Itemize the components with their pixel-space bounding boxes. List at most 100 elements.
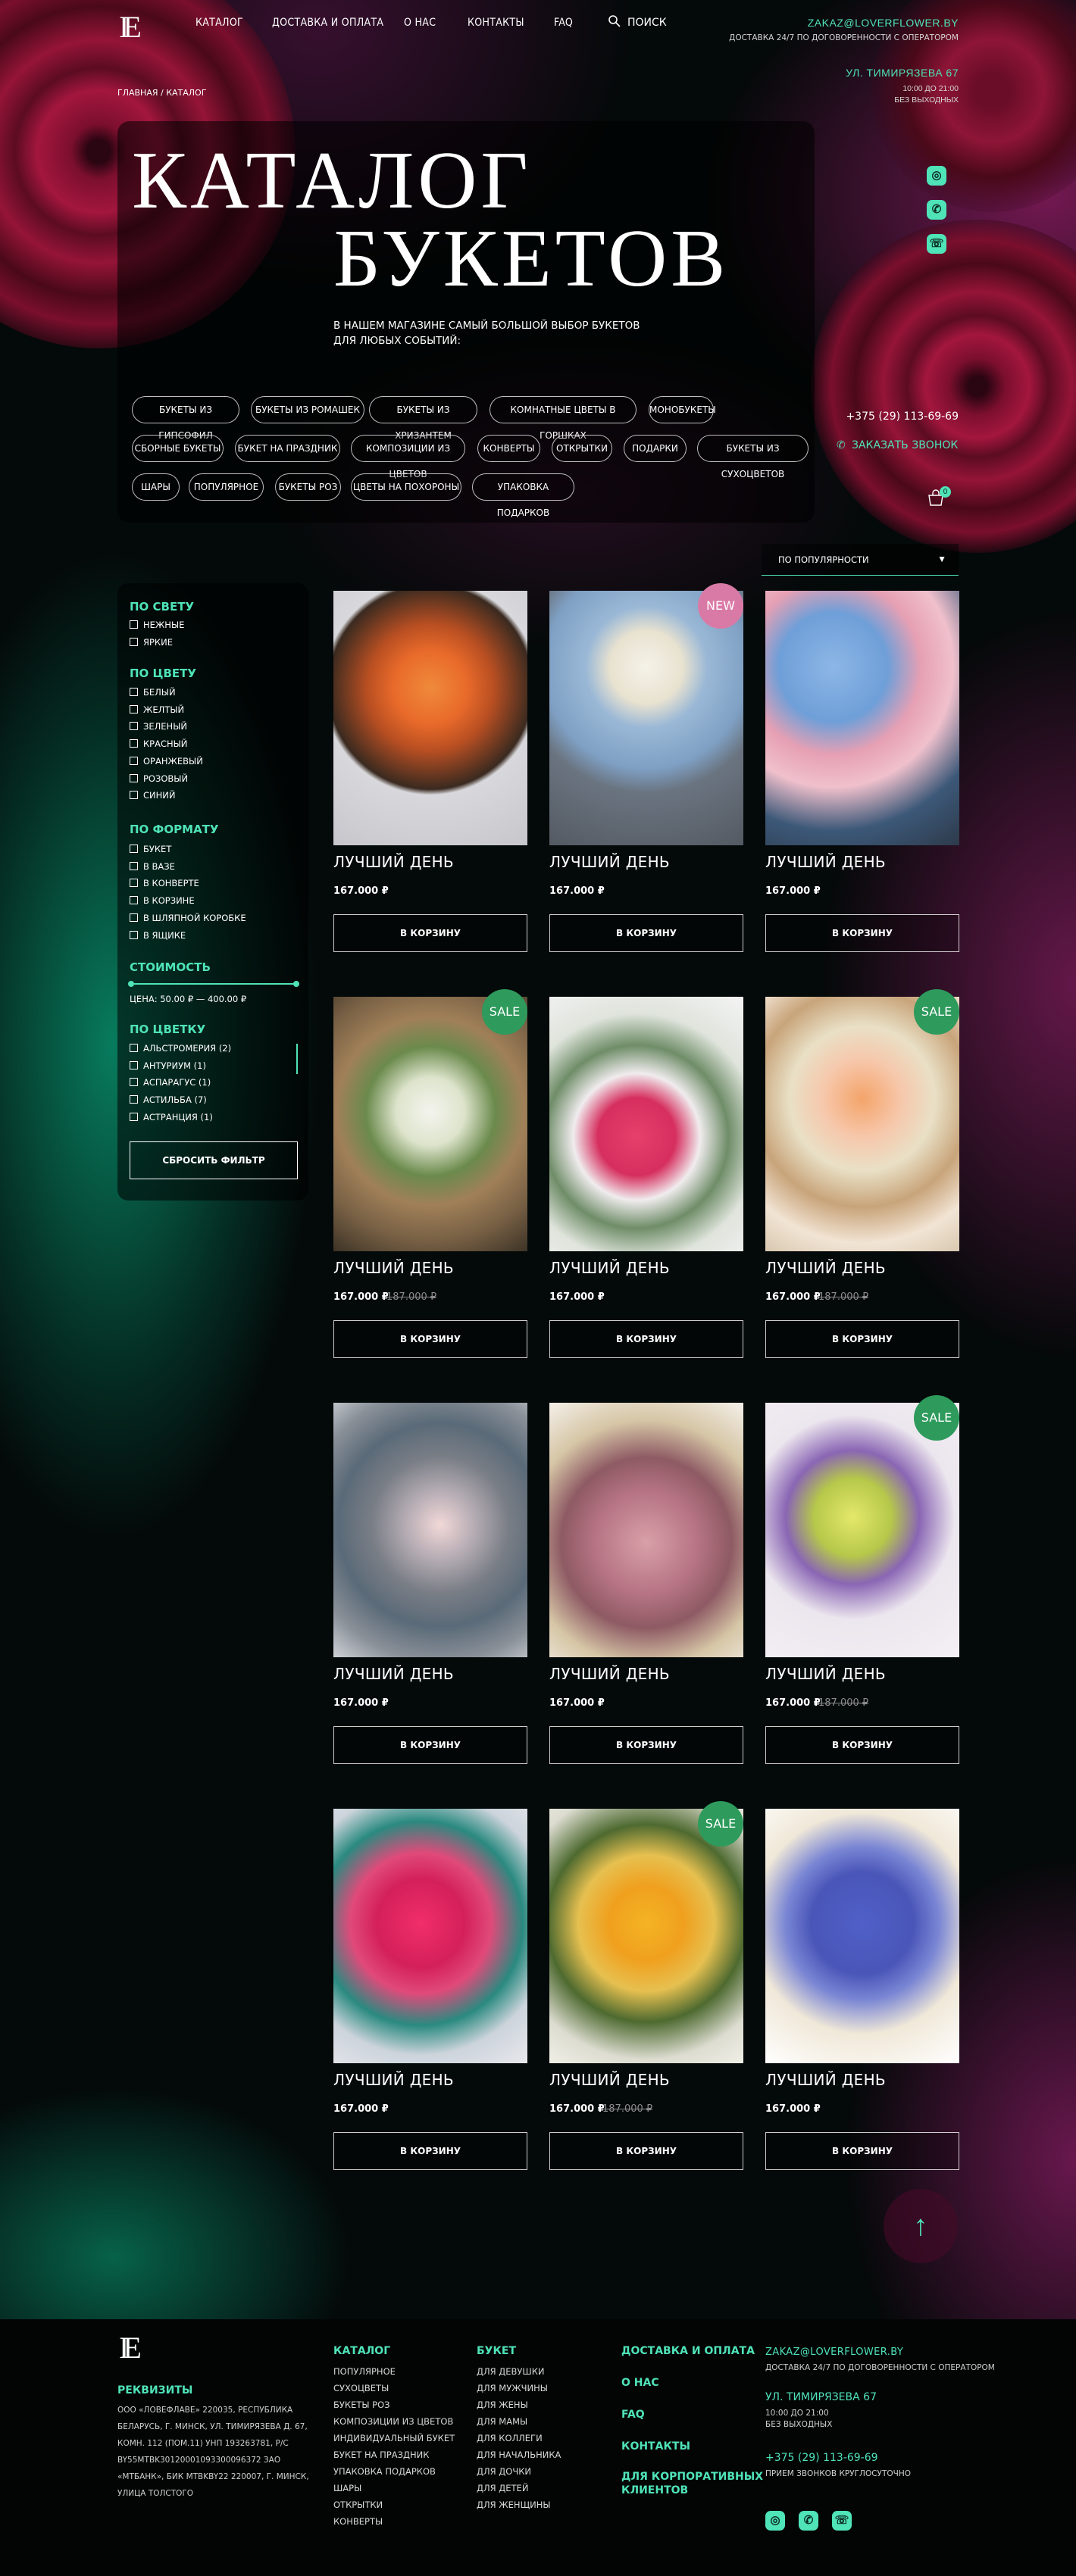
checkbox[interactable] <box>130 739 138 748</box>
product-name[interactable]: ЛУЧШИЙ ДЕНЬ <box>765 1259 886 1277</box>
footer-logo[interactable]: IE <box>119 2330 142 2365</box>
category-chip[interactable]: ЦВЕТЫ НА ПОХОРОНЫ <box>351 473 461 501</box>
breadcrumb[interactable]: ГЛАВНАЯ / КАТАЛОГ <box>117 88 206 98</box>
add-to-cart-button[interactable]: В КОРЗИНУ <box>549 1726 743 1764</box>
footer-link-faq[interactable]: FAQ <box>621 2409 645 2421</box>
product-image[interactable] <box>765 1809 959 2063</box>
checkbox[interactable] <box>130 1112 138 1121</box>
add-to-cart-button[interactable]: В КОРЗИНУ <box>333 1320 527 1358</box>
checkbox[interactable] <box>130 913 138 922</box>
product-image[interactable] <box>549 997 743 1251</box>
product-card[interactable]: SALE ЛУЧШИЙ ДЕНЬ 167.000 ₽187.000 ₽ В КОРЗИ… <box>333 989 527 1360</box>
product-name[interactable]: ЛУЧШИЙ ДЕНЬ <box>333 853 454 871</box>
footer-email[interactable]: ZAKAZ@LOVERFLOWER.BY <box>765 2347 903 2358</box>
product-name[interactable]: ЛУЧШИЙ ДЕНЬ <box>333 1665 454 1683</box>
footer-link[interactable]: ДЛЯ ДЕВУШКИ <box>477 2363 561 2380</box>
filter-option[interactable]: ЗЕЛЕНЫЙ <box>130 720 187 732</box>
footer-link[interactable]: ДЛЯ НАЧАЛЬНИКА <box>477 2446 561 2463</box>
sort-select[interactable]: ПО ПОПУЛЯРНОСТИ ▼ <box>762 544 959 576</box>
product-name[interactable]: ЛУЧШИЙ ДЕНЬ <box>333 1259 454 1277</box>
reset-filter-button[interactable]: СБРОСИТЬ ФИЛЬТР <box>130 1141 298 1179</box>
add-to-cart-button[interactable]: В КОРЗИНУ <box>333 2132 527 2170</box>
filter-option[interactable]: В ШЛЯПНОЙ КОРОБКЕ <box>130 912 246 924</box>
footer-link[interactable]: БУКЕТ НА ПРАЗДНИК <box>333 2446 455 2463</box>
product-card[interactable]: SALE ЛУЧШИЙ ДЕНЬ 167.000 ₽187.000 ₽ В КОРЗИ… <box>765 989 959 1360</box>
product-card[interactable]: ЛУЧШИЙ ДЕНЬ 167.000 ₽ В КОРЗИНУ <box>549 997 743 1360</box>
instagram-icon[interactable]: ◎ <box>765 2511 785 2531</box>
product-card[interactable]: ЛУЧШИЙ ДЕНЬ 167.000 ₽ В КОРЗИНУ <box>765 1809 959 2172</box>
checkbox[interactable] <box>130 722 138 731</box>
product-image[interactable] <box>333 591 527 845</box>
product-image[interactable] <box>549 591 743 845</box>
footer-link[interactable]: БУКЕТЫ РОЗ <box>333 2396 455 2413</box>
checkbox[interactable] <box>130 637 138 646</box>
category-chip[interactable]: СБОРНЫЕ БУКЕТЫ <box>132 435 224 462</box>
product-card[interactable]: ЛУЧШИЙ ДЕНЬ 167.000 ₽ В КОРЗИНУ <box>549 1403 743 1766</box>
checkbox[interactable] <box>130 930 138 939</box>
product-image[interactable] <box>765 997 959 1251</box>
footer-link[interactable]: ДЛЯ ДЕТЕЙ <box>477 2480 561 2496</box>
nav-about[interactable]: О НАС <box>404 17 436 29</box>
nav-contacts[interactable]: КОНТАКТЫ <box>468 17 524 29</box>
category-chip[interactable]: ПОДАРКИ <box>624 435 687 462</box>
product-name[interactable]: ЛУЧШИЙ ДЕНЬ <box>549 1259 670 1277</box>
footer-phone[interactable]: +375 (29) 113-69-69 <box>765 2452 878 2464</box>
product-name[interactable]: ЛУЧШИЙ ДЕНЬ <box>765 2071 886 2089</box>
checkbox[interactable] <box>130 879 138 888</box>
filter-option[interactable]: ОРАНЖЕВЫЙ <box>130 755 203 767</box>
product-name[interactable]: ЛУЧШИЙ ДЕНЬ <box>549 2071 670 2089</box>
footer-link-corporate-2[interactable]: КЛИЕНТОВ <box>621 2484 688 2496</box>
footer-link[interactable]: УПАКОВКА ПОДАРКОВ <box>333 2463 455 2480</box>
add-to-cart-button[interactable]: В КОРЗИНУ <box>549 1320 743 1358</box>
footer-link[interactable]: ДЛЯ МУЖЧИНЫ <box>477 2380 561 2396</box>
category-chip[interactable]: УПАКОВКА ПОДАРКОВ <box>472 473 574 518</box>
checkbox[interactable] <box>130 845 138 853</box>
add-to-cart-button[interactable]: В КОРЗИНУ <box>765 2132 959 2170</box>
footer-link-delivery[interactable]: ДОСТАВКА И ОПЛАТА <box>621 2345 755 2357</box>
checkbox[interactable] <box>130 1044 138 1052</box>
category-chip[interactable]: БУКЕТЫ ИЗ РОМАШЕК <box>251 396 364 423</box>
add-to-cart-button[interactable]: В КОРЗИНУ <box>333 914 527 952</box>
category-chip[interactable]: БУКЕТЫ ИЗ СУХОЦВЕТОВ <box>697 435 809 479</box>
category-chip[interactable]: БУКЕТЫ РОЗ <box>275 473 341 501</box>
product-name[interactable]: ЛУЧШИЙ ДЕНЬ <box>549 1665 670 1683</box>
add-to-cart-button[interactable]: В КОРЗИНУ <box>333 1726 527 1764</box>
add-to-cart-button[interactable]: В КОРЗИНУ <box>765 914 959 952</box>
checkbox[interactable] <box>130 896 138 905</box>
product-name[interactable]: ЛУЧШИЙ ДЕНЬ <box>765 853 886 871</box>
category-chip[interactable]: ШАРЫ <box>132 473 180 501</box>
viber-icon[interactable]: ☏ <box>832 2511 852 2531</box>
product-name[interactable]: ЛУЧШИЙ ДЕНЬ <box>765 1665 886 1683</box>
checkbox[interactable] <box>130 1060 138 1069</box>
filter-option[interactable]: ЖЕЛТЫЙ <box>130 704 184 716</box>
filter-option[interactable]: АНТУРИУМ (1) <box>130 1060 206 1072</box>
product-card[interactable]: SALE ЛУЧШИЙ ДЕНЬ 167.000 ₽187.000 ₽ В КОРЗИ… <box>765 1395 959 1766</box>
logo[interactable]: IE <box>119 9 145 45</box>
filter-option[interactable]: АЛЬСТРОМЕРИЯ (2) <box>130 1042 231 1054</box>
product-image[interactable] <box>333 997 527 1251</box>
header-email[interactable]: ZAKAZ@LOVERFLOWER.BY <box>808 17 959 29</box>
filter-option[interactable]: ЯРКИЕ <box>130 636 173 648</box>
checkbox[interactable] <box>130 861 138 870</box>
add-to-cart-button[interactable]: В КОРЗИНУ <box>765 1320 959 1358</box>
footer-link[interactable]: КОНВЕРТЫ <box>333 2513 455 2530</box>
filter-option[interactable]: АСТРАНЦИЯ (1) <box>130 1111 213 1123</box>
product-image[interactable] <box>549 1403 743 1657</box>
footer-link[interactable]: СУХОЦВЕТЫ <box>333 2380 455 2396</box>
category-chip[interactable]: КОМНАТНЫЕ ЦВЕТЫ В ГОРШКАХ <box>490 396 637 441</box>
product-image[interactable] <box>333 1809 527 2063</box>
instagram-icon[interactable]: ◎ <box>927 166 946 186</box>
product-card[interactable]: ЛУЧШИЙ ДЕНЬ 167.000 ₽ В КОРЗИНУ <box>765 591 959 954</box>
footer-link-contacts[interactable]: КОНТАКТЫ <box>621 2440 690 2453</box>
filter-option[interactable]: АСТИЛЬБА (7) <box>130 1094 207 1106</box>
product-image[interactable] <box>333 1403 527 1657</box>
nav-faq[interactable]: FAQ <box>554 17 573 29</box>
category-chip[interactable]: БУКЕТЫ ИЗ ХРИЗАНТЕМ <box>369 396 477 441</box>
filter-option[interactable]: В ЯЩИКЕ <box>130 929 186 941</box>
filter-option[interactable]: СИНИЙ <box>130 789 176 801</box>
category-chip[interactable]: ПОПУЛЯРНОЕ <box>189 473 264 501</box>
filter-option[interactable]: НЕЖНЫЕ <box>130 619 184 631</box>
nav-delivery[interactable]: ДОСТАВКА И ОПЛАТА <box>272 17 383 29</box>
checkbox[interactable] <box>130 756 138 765</box>
product-image[interactable] <box>549 1809 743 2063</box>
